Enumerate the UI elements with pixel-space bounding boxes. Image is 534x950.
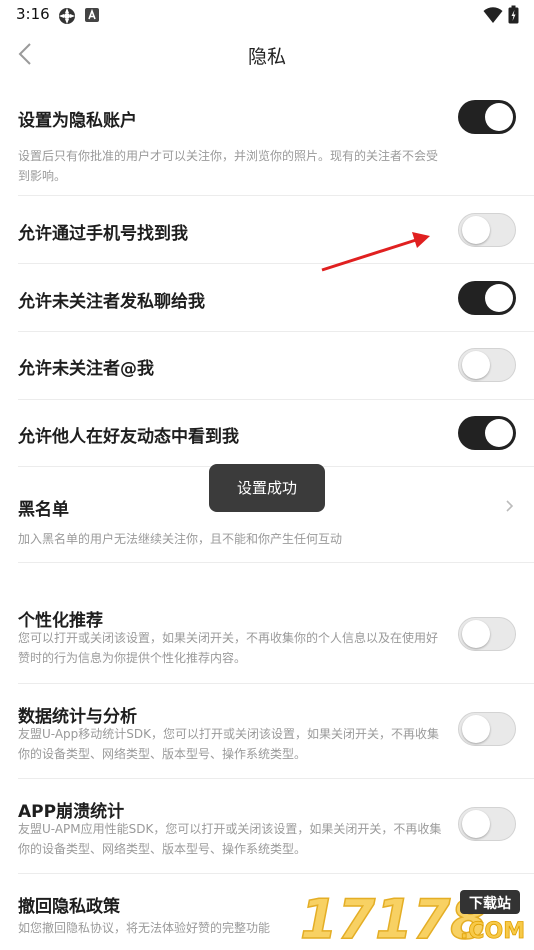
- mention-non-followers-toggle[interactable]: [458, 348, 516, 382]
- svg-text:下载站: 下载站: [469, 895, 511, 912]
- setting-analytics: 数据统计与分析 友盟U-App移动统计SDK，您可以打开或关闭该设置，如果关闭开…: [0, 684, 534, 779]
- blacklist-title: 黑名单: [18, 500, 69, 520]
- blacklist-desc: 加入黑名单的用户无法继续关注你，且不能和你产生任何互动: [18, 532, 343, 546]
- setting-personalized: 个性化推荐 您可以打开或关闭该设置，如果关闭开关，不再收集你的个人信息以及在使用…: [0, 592, 534, 684]
- status-bar: 3:16: [0, 0, 534, 30]
- app-notification-icon: [59, 8, 75, 24]
- setting-mention-non-followers: 允许未关注者@我: [0, 332, 534, 400]
- setting-dm-non-followers: 允许未关注者发私聊给我: [0, 264, 534, 332]
- find-by-phone-toggle[interactable]: [458, 213, 516, 247]
- dm-non-followers-title: 允许未关注者发私聊给我: [18, 292, 205, 312]
- wifi-icon: [483, 7, 503, 23]
- setting-friend-feed: 允许他人在好友动态中看到我: [0, 400, 534, 467]
- analytics-toggle[interactable]: [458, 712, 516, 746]
- header: 隐私: [0, 30, 534, 80]
- annotation-arrow-icon: [321, 232, 430, 272]
- setting-private-account: 设置为隐私账户 设置后只有你批准的用户才可以关注你，并浏览你的照片。现有的关注者…: [0, 90, 534, 196]
- page-title: 隐私: [247, 46, 286, 68]
- private-account-title: 设置为隐私账户: [18, 111, 137, 131]
- analytics-desc: 友盟U-App移动统计SDK，您可以打开或关闭该设置，如果关闭开关，不再收集你的…: [18, 727, 440, 761]
- battery-icon: [508, 5, 519, 24]
- friend-feed-toggle[interactable]: [458, 416, 516, 450]
- personalized-desc: 您可以打开或关闭该设置，如果关闭开关，不再收集你的个人信息以及在使用好赞时的行为…: [18, 631, 439, 665]
- dm-non-followers-toggle[interactable]: [458, 281, 516, 315]
- mention-non-followers-title: 允许未关注者@我: [18, 359, 154, 379]
- crash-stats-toggle[interactable]: [458, 807, 516, 841]
- a-notification-icon: [85, 8, 99, 22]
- setting-crash-stats: APP崩溃统计 友盟U-APM应用性能SDK，您可以打开或关闭该设置，如果关闭开…: [0, 779, 534, 874]
- svg-text:.COM: .COM: [460, 919, 525, 944]
- private-account-desc: 设置后只有你批准的用户才可以关注你，并浏览你的照片。现有的关注者不会受到影响。: [18, 149, 439, 183]
- personalized-toggle[interactable]: [458, 617, 516, 651]
- divider: [18, 562, 534, 563]
- friend-feed-title: 允许他人在好友动态中看到我: [18, 427, 239, 447]
- chevron-right-icon: [506, 500, 514, 512]
- crash-stats-desc: 友盟U-APM应用性能SDK，您可以打开或关闭该设置，如果关闭开关，不再收集你的…: [18, 822, 442, 856]
- watermark-logo: 17178 下载站 .COM: [300, 887, 526, 948]
- revoke-title: 撤回隐私政策: [18, 897, 120, 917]
- private-account-toggle[interactable]: [458, 100, 516, 134]
- setting-find-by-phone: 允许通过手机号找到我: [0, 196, 534, 264]
- toast-message: 设置成功: [209, 464, 325, 512]
- find-by-phone-title: 允许通过手机号找到我: [18, 224, 188, 244]
- status-time: 3:16: [16, 5, 50, 23]
